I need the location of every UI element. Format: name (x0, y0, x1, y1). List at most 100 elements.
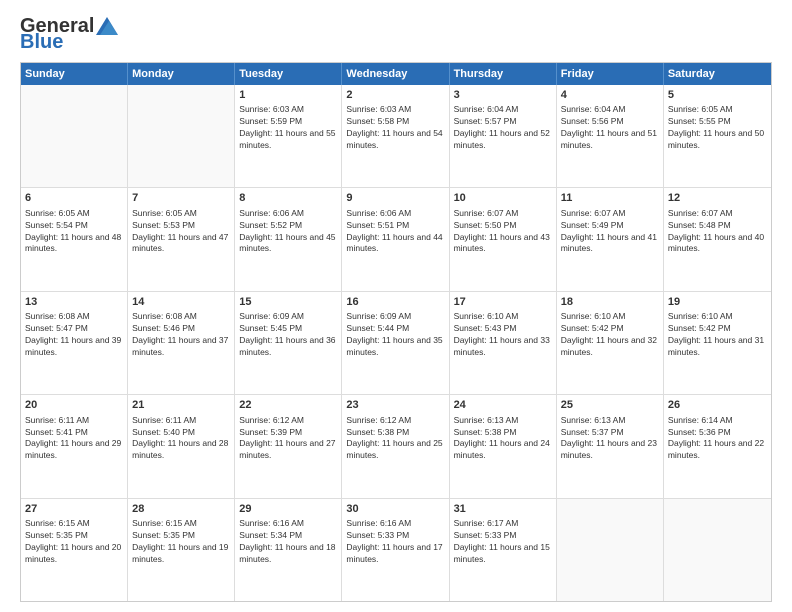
logo-blue-text: Blue (20, 32, 118, 52)
day-number: 2 (346, 88, 444, 103)
calendar-cell: 14Sunrise: 6:08 AM Sunset: 5:46 PM Dayli… (128, 292, 235, 394)
day-info: Sunrise: 6:17 AM Sunset: 5:33 PM Dayligh… (454, 518, 552, 566)
day-info: Sunrise: 6:15 AM Sunset: 5:35 PM Dayligh… (25, 518, 123, 566)
day-info: Sunrise: 6:03 AM Sunset: 5:58 PM Dayligh… (346, 104, 444, 152)
calendar-cell: 28Sunrise: 6:15 AM Sunset: 5:35 PM Dayli… (128, 499, 235, 601)
calendar-cell: 2Sunrise: 6:03 AM Sunset: 5:58 PM Daylig… (342, 85, 449, 187)
calendar-cell: 21 Sunrise: 6:11 AM Sunset: 5:40 PM Dayli… (128, 395, 235, 497)
calendar-cell (21, 85, 128, 187)
day-info: Sunrise: 6:07 AM Sunset: 5:49 PM Dayligh… (561, 208, 659, 256)
day-info: Sunrise: 6:13 AM Sunset: 5:37 PM Dayligh… (561, 415, 659, 463)
day-info: Sunrise: 6:09 AM Sunset: 5:45 PM Dayligh… (239, 311, 337, 359)
weekday-header: Friday (557, 63, 664, 85)
calendar-cell: 31Sunrise: 6:17 AM Sunset: 5:33 PM Dayli… (450, 499, 557, 601)
day-info: Sunrise: 6:10 AM Sunset: 5:43 PM Dayligh… (454, 311, 552, 359)
day-number: 26 (668, 398, 767, 413)
day-number: 23 (346, 398, 444, 413)
day-number: 29 (239, 502, 337, 517)
day-info: Sunrise: 6:12 AM Sunset: 5:39 PM Dayligh… (239, 415, 337, 463)
day-info: Sunrise: 6:13 AM Sunset: 5:38 PM Dayligh… (454, 415, 552, 463)
day-info: Sunrise: 6:10 AM Sunset: 5:42 PM Dayligh… (561, 311, 659, 359)
calendar-cell: 27Sunrise: 6:15 AM Sunset: 5:35 PM Dayli… (21, 499, 128, 601)
day-number: 31 (454, 502, 552, 517)
calendar-cell: 22 Sunrise: 6:12 AM Sunset: 5:39 PM Dayli… (235, 395, 342, 497)
day-info: Sunrise: 6:15 AM Sunset: 5:35 PM Dayligh… (132, 518, 230, 566)
day-number: 28 (132, 502, 230, 517)
day-info: Sunrise: 6:16 AM Sunset: 5:33 PM Dayligh… (346, 518, 444, 566)
day-info: Sunrise: 6:05 AM Sunset: 5:53 PM Dayligh… (132, 208, 230, 256)
calendar-cell: 18Sunrise: 6:10 AM Sunset: 5:42 PM Dayli… (557, 292, 664, 394)
calendar-cell: 15Sunrise: 6:09 AM Sunset: 5:45 PM Dayli… (235, 292, 342, 394)
calendar-cell: 10 Sunrise: 6:07 AM Sunset: 5:50 PM Dayli… (450, 188, 557, 290)
day-number: 11 (561, 191, 659, 206)
day-number: 9 (346, 191, 444, 206)
header: General Blue (20, 16, 772, 52)
day-info: Sunrise: 6:11 AM Sunset: 5:41 PM Dayligh… (25, 415, 123, 463)
day-info: Sunrise: 6:06 AM Sunset: 5:52 PM Dayligh… (239, 208, 337, 256)
day-number: 21 (132, 398, 230, 413)
day-info: Sunrise: 6:10 AM Sunset: 5:42 PM Dayligh… (668, 311, 767, 359)
logo: General Blue (20, 16, 118, 52)
day-info: Sunrise: 6:08 AM Sunset: 5:46 PM Dayligh… (132, 311, 230, 359)
calendar-cell: 16Sunrise: 6:09 AM Sunset: 5:44 PM Dayli… (342, 292, 449, 394)
calendar-cell: 3Sunrise: 6:04 AM Sunset: 5:57 PM Daylig… (450, 85, 557, 187)
day-info: Sunrise: 6:07 AM Sunset: 5:48 PM Dayligh… (668, 208, 767, 256)
day-info: Sunrise: 6:07 AM Sunset: 5:50 PM Dayligh… (454, 208, 552, 256)
day-number: 12 (668, 191, 767, 206)
calendar-cell (664, 499, 771, 601)
day-number: 15 (239, 295, 337, 310)
calendar-row: 13Sunrise: 6:08 AM Sunset: 5:47 PM Dayli… (21, 291, 771, 394)
day-number: 22 (239, 398, 337, 413)
calendar-cell: 13Sunrise: 6:08 AM Sunset: 5:47 PM Dayli… (21, 292, 128, 394)
calendar-cell: 12 Sunrise: 6:07 AM Sunset: 5:48 PM Dayli… (664, 188, 771, 290)
day-number: 27 (25, 502, 123, 517)
weekday-header: Thursday (450, 63, 557, 85)
calendar-cell: 20 Sunrise: 6:11 AM Sunset: 5:41 PM Dayli… (21, 395, 128, 497)
day-number: 13 (25, 295, 123, 310)
day-number: 1 (239, 88, 337, 103)
day-info: Sunrise: 6:05 AM Sunset: 5:55 PM Dayligh… (668, 104, 767, 152)
day-info: Sunrise: 6:11 AM Sunset: 5:40 PM Dayligh… (132, 415, 230, 463)
day-number: 4 (561, 88, 659, 103)
day-info: Sunrise: 6:04 AM Sunset: 5:56 PM Dayligh… (561, 104, 659, 152)
calendar-header: SundayMondayTuesdayWednesdayThursdayFrid… (21, 63, 771, 85)
calendar-cell: 6Sunrise: 6:05 AM Sunset: 5:54 PM Daylig… (21, 188, 128, 290)
day-number: 5 (668, 88, 767, 103)
day-number: 25 (561, 398, 659, 413)
day-number: 16 (346, 295, 444, 310)
day-number: 20 (25, 398, 123, 413)
calendar-cell: 30Sunrise: 6:16 AM Sunset: 5:33 PM Dayli… (342, 499, 449, 601)
day-number: 18 (561, 295, 659, 310)
calendar-row: 1Sunrise: 6:03 AM Sunset: 5:59 PM Daylig… (21, 85, 771, 187)
day-number: 14 (132, 295, 230, 310)
calendar-cell: 4Sunrise: 6:04 AM Sunset: 5:56 PM Daylig… (557, 85, 664, 187)
calendar-cell: 29Sunrise: 6:16 AM Sunset: 5:34 PM Dayli… (235, 499, 342, 601)
day-number: 3 (454, 88, 552, 103)
day-number: 30 (346, 502, 444, 517)
weekday-header: Monday (128, 63, 235, 85)
page: General Blue SundayMondayTuesdayWednesda… (0, 0, 792, 612)
weekday-header: Tuesday (235, 63, 342, 85)
calendar: SundayMondayTuesdayWednesdayThursdayFrid… (20, 62, 772, 602)
calendar-cell: 19Sunrise: 6:10 AM Sunset: 5:42 PM Dayli… (664, 292, 771, 394)
day-number: 24 (454, 398, 552, 413)
weekday-header: Saturday (664, 63, 771, 85)
day-number: 19 (668, 295, 767, 310)
calendar-cell: 11 Sunrise: 6:07 AM Sunset: 5:49 PM Dayli… (557, 188, 664, 290)
calendar-cell (557, 499, 664, 601)
calendar-cell: 24 Sunrise: 6:13 AM Sunset: 5:38 PM Dayli… (450, 395, 557, 497)
day-info: Sunrise: 6:12 AM Sunset: 5:38 PM Dayligh… (346, 415, 444, 463)
calendar-cell: 1Sunrise: 6:03 AM Sunset: 5:59 PM Daylig… (235, 85, 342, 187)
calendar-cell: 9Sunrise: 6:06 AM Sunset: 5:51 PM Daylig… (342, 188, 449, 290)
day-info: Sunrise: 6:09 AM Sunset: 5:44 PM Dayligh… (346, 311, 444, 359)
calendar-row: 27Sunrise: 6:15 AM Sunset: 5:35 PM Dayli… (21, 498, 771, 601)
day-number: 8 (239, 191, 337, 206)
day-number: 10 (454, 191, 552, 206)
calendar-cell: 8 Sunrise: 6:06 AM Sunset: 5:52 PM Daylig… (235, 188, 342, 290)
day-info: Sunrise: 6:08 AM Sunset: 5:47 PM Dayligh… (25, 311, 123, 359)
calendar-cell: 17Sunrise: 6:10 AM Sunset: 5:43 PM Dayli… (450, 292, 557, 394)
calendar-body: 1Sunrise: 6:03 AM Sunset: 5:59 PM Daylig… (21, 85, 771, 601)
calendar-cell: 26Sunrise: 6:14 AM Sunset: 5:36 PM Dayli… (664, 395, 771, 497)
day-number: 6 (25, 191, 123, 206)
day-number: 17 (454, 295, 552, 310)
